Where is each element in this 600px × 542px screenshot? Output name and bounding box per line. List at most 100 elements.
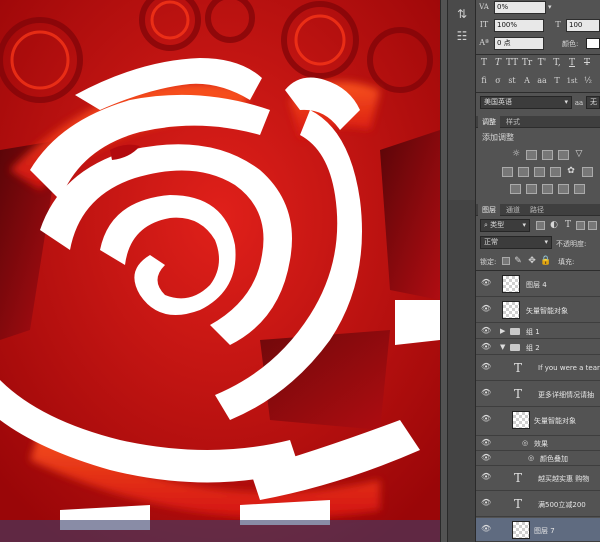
- faux-italic-button[interactable]: T: [492, 57, 504, 69]
- group-name: 组 1: [526, 328, 540, 336]
- brightness-icon[interactable]: ☼: [510, 148, 522, 160]
- tab-paths[interactable]: 路径: [526, 204, 548, 216]
- group-name: 组 2: [526, 344, 540, 352]
- group-row[interactable]: 👁 ▼ 组 2: [476, 340, 600, 355]
- folder-icon: [510, 344, 520, 351]
- threshold-icon[interactable]: [542, 184, 553, 194]
- underline-button[interactable]: T: [566, 57, 578, 69]
- superscript-button[interactable]: T': [536, 57, 548, 69]
- tab-styles[interactable]: 样式: [502, 116, 524, 128]
- chevron-right-icon[interactable]: ▶: [500, 327, 505, 335]
- layer-name: 矢量智能对象: [534, 417, 576, 425]
- effects-row[interactable]: 👁 ◎ 效果: [476, 436, 600, 451]
- curves-icon[interactable]: [542, 150, 553, 160]
- small-caps-button[interactable]: Tr: [521, 57, 533, 69]
- strikethrough-button[interactable]: T: [581, 57, 593, 69]
- layer-name: 矢量智能对象: [526, 307, 568, 315]
- filter-shape-icon[interactable]: [576, 221, 585, 230]
- discretionary-ligatures-button[interactable]: st: [506, 75, 518, 87]
- filter-pixel-icon[interactable]: [536, 221, 545, 230]
- ordinals-button[interactable]: 1st: [566, 75, 578, 87]
- adjustments-tabbar: 调整 样式: [476, 116, 600, 128]
- effect-row[interactable]: 👁 ◎ 颜色叠加: [476, 451, 600, 466]
- eye-icon[interactable]: 👁: [481, 473, 491, 481]
- blend-row: 正常 ▾ 不透明度:: [476, 236, 600, 250]
- eye-icon[interactable]: 👁: [481, 305, 491, 313]
- eye-icon[interactable]: 👁: [481, 327, 491, 335]
- panel-divider[interactable]: [440, 0, 448, 542]
- properties-icon[interactable]: ☷: [454, 28, 470, 44]
- tracking-input[interactable]: 0%: [494, 1, 546, 14]
- stylistic-alternates-button[interactable]: aa: [536, 75, 548, 87]
- eye-icon[interactable]: 👁: [481, 525, 491, 533]
- tab-channels[interactable]: 通道: [502, 204, 524, 216]
- layer-row[interactable]: 👁 图层 4: [476, 272, 600, 297]
- lock-transparent-icon[interactable]: [502, 257, 510, 265]
- filter-smart-icon[interactable]: [588, 221, 597, 230]
- antialias-select[interactable]: 无: [586, 96, 600, 109]
- eye-icon[interactable]: 👁: [481, 415, 491, 423]
- alternates-button[interactable]: σ: [492, 75, 504, 87]
- eye-icon[interactable]: 👁: [481, 279, 491, 287]
- vibrance-icon[interactable]: ▽: [573, 148, 585, 160]
- vertical-scale-input[interactable]: 100%: [494, 19, 544, 32]
- chevron-down-icon: ▾: [564, 98, 568, 106]
- filter-adjustment-icon[interactable]: ◐: [548, 219, 560, 231]
- tab-layers[interactable]: 图层: [478, 204, 500, 216]
- eye-icon[interactable]: 👁: [481, 343, 491, 351]
- layer-name: If you were a tearc: [538, 364, 600, 372]
- text-color-swatch[interactable]: [586, 38, 600, 49]
- eye-icon[interactable]: 👁: [481, 439, 491, 447]
- black-white-icon[interactable]: [534, 167, 545, 177]
- layer-row[interactable]: 👁 T If you were a tearc: [476, 356, 600, 381]
- baseline-input[interactable]: 0 点: [494, 37, 544, 50]
- effect-eye-icon[interactable]: ◎: [528, 454, 534, 462]
- channel-mixer-icon[interactable]: ✿: [565, 165, 577, 177]
- horizontal-scale-input[interactable]: 100: [566, 19, 600, 32]
- effects-icon: ◎: [522, 439, 529, 447]
- invert-icon[interactable]: [510, 184, 521, 194]
- lock-image-icon[interactable]: ✎: [512, 255, 524, 267]
- tab-adjustments[interactable]: 调整: [478, 116, 500, 128]
- ligatures-button[interactable]: fi: [478, 75, 490, 87]
- layer-row[interactable]: 👁 T 满500立减200: [476, 492, 600, 517]
- selective-color-icon[interactable]: [574, 184, 585, 194]
- chevron-down-icon[interactable]: ▾: [548, 3, 552, 11]
- history-icon[interactable]: ⇅: [454, 6, 470, 22]
- chevron-down-icon: ▾: [544, 238, 548, 246]
- lock-position-icon[interactable]: ✥: [526, 255, 538, 267]
- group-row[interactable]: 👁 ▶ 组 1: [476, 324, 600, 339]
- hue-saturation-icon[interactable]: [502, 167, 513, 177]
- photo-filter-icon[interactable]: [550, 167, 561, 177]
- posterize-icon[interactable]: [526, 184, 537, 194]
- faux-bold-button[interactable]: T: [478, 57, 490, 69]
- gradient-map-icon[interactable]: [558, 184, 569, 194]
- layer-row[interactable]: 👁 矢量智能对象: [476, 298, 600, 323]
- lock-all-icon[interactable]: 🔒: [540, 255, 552, 267]
- layer-filter-select[interactable]: ⌕ 类型 ▾: [480, 219, 530, 232]
- language-select[interactable]: 美国英语 ▾: [480, 96, 572, 109]
- layer-thumbnail: [512, 521, 530, 539]
- blend-mode-select[interactable]: 正常 ▾: [480, 236, 552, 249]
- filter-type-icon[interactable]: T: [562, 219, 574, 231]
- titling-button[interactable]: T: [551, 75, 563, 87]
- eye-icon[interactable]: 👁: [481, 363, 491, 371]
- exposure-icon[interactable]: [558, 150, 569, 160]
- layer-row[interactable]: 👁 T 更多详细情况请抽: [476, 382, 600, 407]
- layer-row[interactable]: 👁 T 越买越实惠 购物: [476, 466, 600, 491]
- color-balance-icon[interactable]: [518, 167, 529, 177]
- layer-row-selected[interactable]: 👁 图层 7: [476, 518, 600, 542]
- subscript-button[interactable]: T,: [551, 57, 563, 69]
- vertical-scale-icon: IT: [479, 20, 489, 29]
- layer-row[interactable]: 👁 矢量智能对象: [476, 408, 600, 436]
- eye-icon[interactable]: 👁: [481, 454, 491, 462]
- swash-button[interactable]: A: [521, 75, 533, 87]
- color-lookup-icon[interactable]: [582, 167, 593, 177]
- fractions-button[interactable]: ½: [582, 75, 594, 87]
- all-caps-button[interactable]: TT: [506, 57, 518, 69]
- eye-icon[interactable]: 👁: [481, 499, 491, 507]
- document-canvas[interactable]: [0, 0, 440, 542]
- levels-icon[interactable]: [526, 150, 537, 160]
- eye-icon[interactable]: 👁: [481, 389, 491, 397]
- chevron-down-icon[interactable]: ▼: [500, 343, 505, 351]
